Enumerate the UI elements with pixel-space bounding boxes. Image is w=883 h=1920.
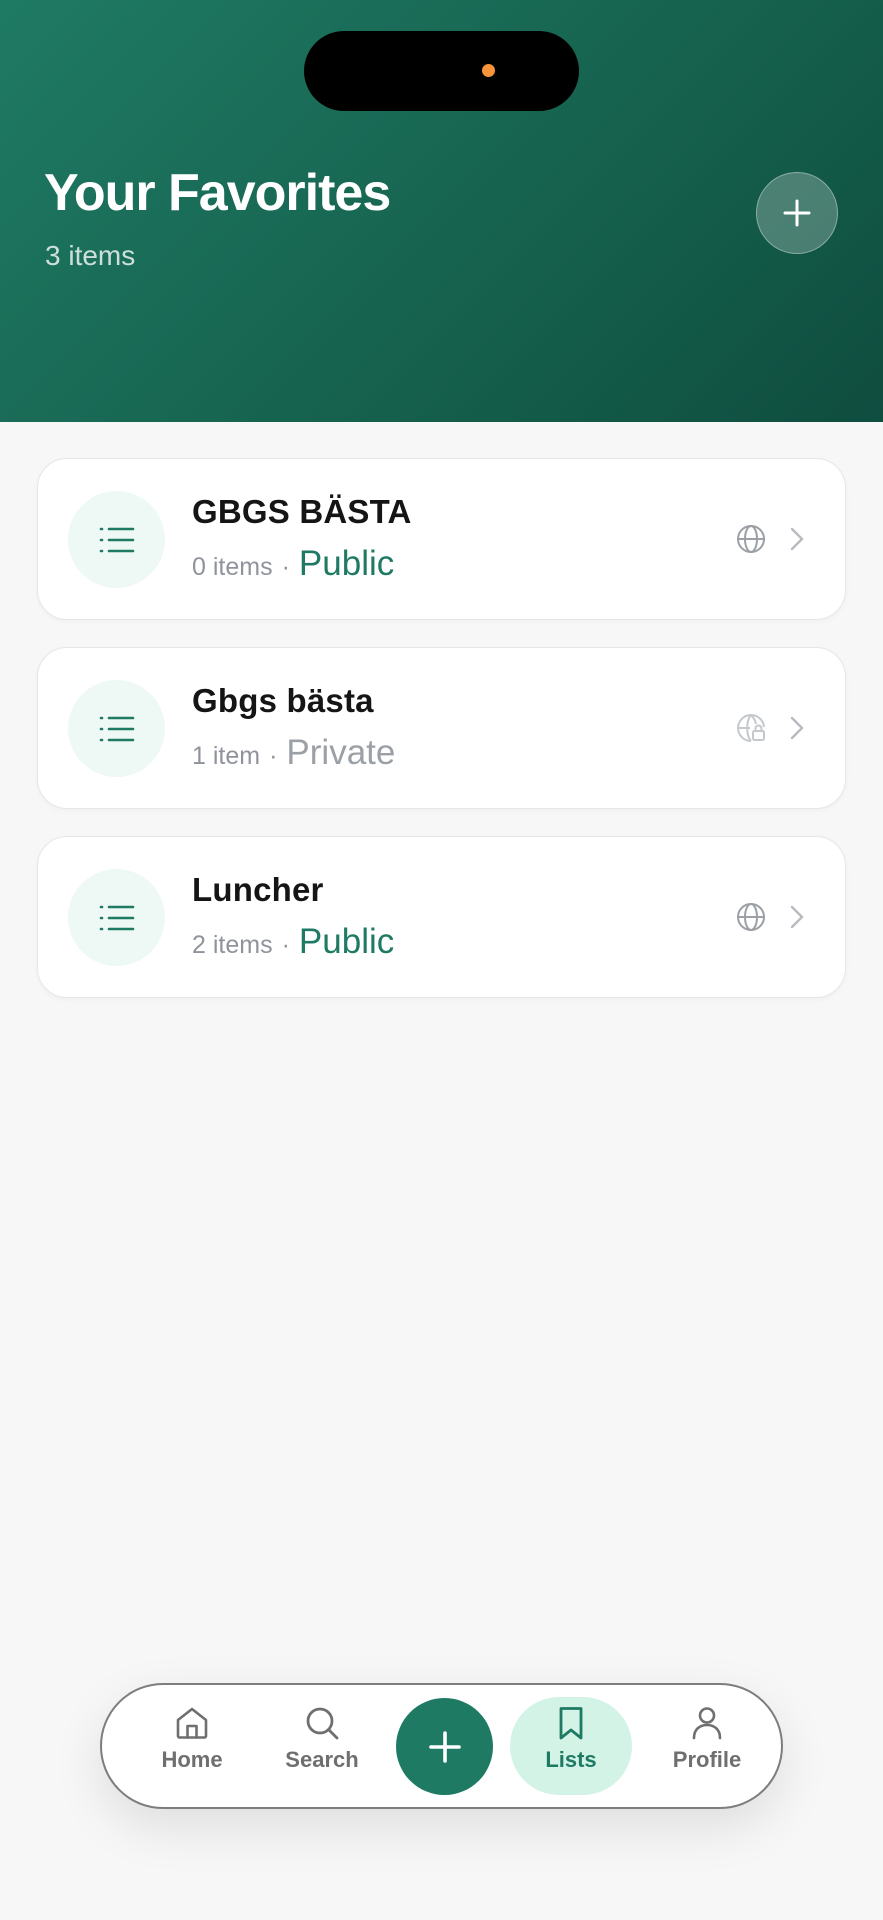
list-icon xyxy=(99,716,134,741)
list-item-count: 0 items xyxy=(192,553,273,581)
plus-icon xyxy=(783,199,811,227)
list-item[interactable]: GBGS BÄSTA 0 items · Public xyxy=(37,458,846,620)
list-icon xyxy=(99,905,134,930)
visibility-label: Public xyxy=(298,922,395,961)
visibility-label: Private xyxy=(286,733,396,772)
list-item-count: 2 items xyxy=(192,931,273,959)
header: Your Favorites 3 items xyxy=(0,0,883,422)
globe-lock-icon xyxy=(737,714,765,742)
chevron-right-icon xyxy=(790,716,804,740)
separator-dot: · xyxy=(281,931,290,959)
camera-indicator-dot xyxy=(482,64,495,77)
list-title: Luncher xyxy=(192,871,324,908)
home-icon xyxy=(176,1707,208,1739)
tab-profile[interactable]: Profile xyxy=(657,1705,757,1773)
bottom-tab-bar: Home Search Lists Profile xyxy=(100,1683,783,1809)
list-title: Gbgs bästa xyxy=(192,682,374,719)
person-icon xyxy=(692,1707,722,1740)
item-count: 3 items xyxy=(45,240,136,271)
list-avatar xyxy=(68,680,165,777)
chevron-right-icon xyxy=(790,527,804,551)
tab-search[interactable]: Search xyxy=(272,1705,372,1773)
page-title: Your Favorites xyxy=(44,164,391,222)
add-list-button[interactable] xyxy=(756,172,838,254)
list-meta: 2 items · Public xyxy=(192,922,394,962)
globe-icon xyxy=(737,903,765,931)
tab-home-label: Home xyxy=(161,1747,223,1772)
bookmark-icon xyxy=(559,1707,583,1740)
chevron-right-icon xyxy=(790,905,804,929)
list-item-count: 1 item xyxy=(192,742,261,770)
visibility-label: Public xyxy=(298,544,395,583)
tab-home[interactable]: Home xyxy=(147,1705,237,1773)
plus-icon xyxy=(428,1730,461,1763)
tab-profile-label: Profile xyxy=(672,1747,742,1772)
separator-dot: · xyxy=(281,553,290,581)
list-title: GBGS BÄSTA xyxy=(192,493,412,530)
search-icon xyxy=(306,1707,339,1740)
list-meta: 1 item · Private xyxy=(192,733,395,773)
list-meta: 0 items · Public xyxy=(192,544,394,584)
globe-icon xyxy=(737,525,765,553)
list-avatar xyxy=(68,491,165,588)
list-avatar xyxy=(68,869,165,966)
separator-dot: · xyxy=(269,742,278,770)
tab-search-label: Search xyxy=(285,1747,359,1772)
list-item[interactable]: Gbgs bästa 1 item · Private xyxy=(37,647,846,809)
tab-lists-label: Lists xyxy=(545,1747,597,1772)
create-button[interactable] xyxy=(396,1698,493,1795)
tab-lists[interactable]: Lists xyxy=(522,1705,620,1773)
dynamic-island xyxy=(304,31,579,111)
list-icon xyxy=(99,527,134,552)
list-item[interactable]: Luncher 2 items · Public xyxy=(37,836,846,998)
